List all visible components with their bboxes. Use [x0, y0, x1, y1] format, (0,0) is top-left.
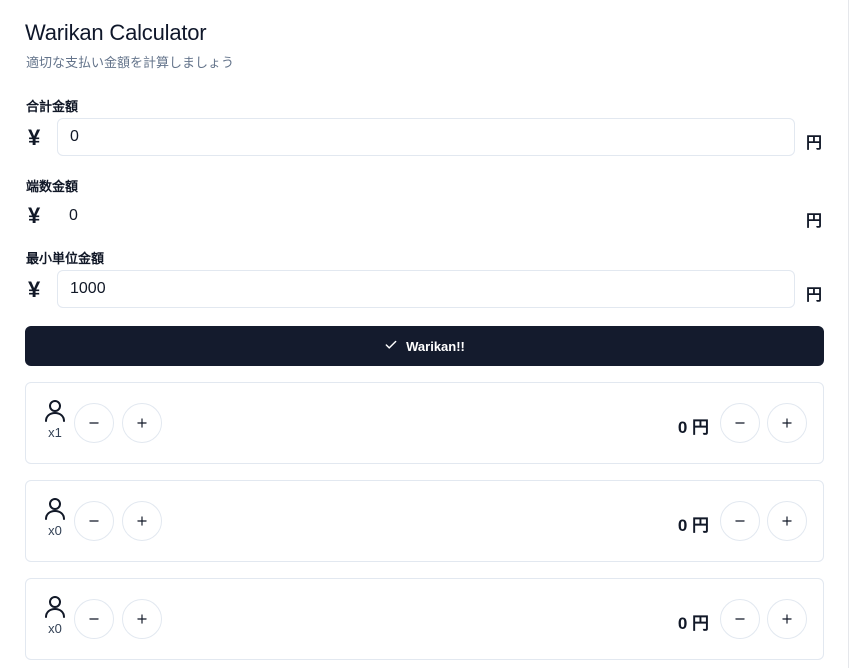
- payer-amount: 0 円: [677, 418, 709, 437]
- total-unit: 円: [806, 135, 823, 152]
- payer-avatar: x0: [42, 497, 68, 538]
- payer-multiplier: x0: [48, 523, 62, 538]
- increase-multiplier-button[interactable]: [122, 403, 162, 443]
- plus-icon: [137, 418, 147, 428]
- decrease-amount-button[interactable]: [720, 599, 760, 639]
- total-yen-symbol: ¥: [28, 125, 41, 150]
- minus-icon: [89, 422, 99, 424]
- decrease-amount-button[interactable]: [720, 501, 760, 541]
- plus-icon: [137, 516, 147, 526]
- page-subtitle: 適切な支払い金額を計算しましょう: [26, 55, 235, 70]
- page-right-border: [848, 0, 849, 668]
- decrease-multiplier-button[interactable]: [74, 599, 114, 639]
- remainder-unit: 円: [806, 213, 823, 230]
- decrease-amount-button[interactable]: [720, 403, 760, 443]
- increase-amount-button[interactable]: [767, 599, 807, 639]
- page-title: Warikan Calculator: [25, 20, 207, 45]
- increase-amount-button[interactable]: [767, 403, 807, 443]
- minus-icon: [735, 618, 745, 620]
- decrease-multiplier-button[interactable]: [74, 501, 114, 541]
- payer-multiplier: x1: [48, 425, 62, 440]
- plus-icon: [137, 614, 147, 624]
- increase-multiplier-button[interactable]: [122, 599, 162, 639]
- user-icon: [45, 498, 65, 520]
- remainder-amount-value: 0: [69, 207, 78, 224]
- total-amount-label: 合計金額: [26, 99, 79, 114]
- minus-icon: [735, 422, 745, 424]
- user-icon: [45, 400, 65, 422]
- payer-group-card: x0 0 円: [25, 480, 824, 562]
- minimum-unit-label: 最小単位金額: [26, 251, 105, 266]
- payer-group-card: x0 0 円: [25, 578, 824, 660]
- minimum-unit-unit: 円: [806, 287, 823, 304]
- payer-amount: 0 円: [677, 516, 709, 535]
- payer-avatar: x1: [42, 399, 68, 440]
- payer-avatar: x0: [42, 595, 68, 636]
- payer-amount: 0 円: [677, 614, 709, 633]
- increase-multiplier-button[interactable]: [122, 501, 162, 541]
- total-amount-input[interactable]: [57, 118, 795, 156]
- warikan-button-label: Warikan!!: [406, 338, 465, 354]
- plus-icon: [782, 418, 792, 428]
- check-icon: [384, 338, 398, 355]
- user-icon: [45, 596, 65, 618]
- minimum-unit-yen-symbol: ¥: [28, 277, 41, 302]
- plus-icon: [782, 516, 792, 526]
- minus-icon: [89, 520, 99, 522]
- minimum-unit-input[interactable]: [57, 270, 795, 308]
- minus-icon: [89, 618, 99, 620]
- payer-group-card: x1 0 円: [25, 382, 824, 464]
- remainder-yen-symbol: ¥: [28, 203, 41, 228]
- plus-icon: [782, 614, 792, 624]
- decrease-multiplier-button[interactable]: [74, 403, 114, 443]
- minus-icon: [735, 520, 745, 522]
- increase-amount-button[interactable]: [767, 501, 807, 541]
- warikan-button[interactable]: Warikan!!: [25, 326, 824, 366]
- remainder-amount-label: 端数金額: [26, 179, 79, 194]
- payer-multiplier: x0: [48, 621, 62, 636]
